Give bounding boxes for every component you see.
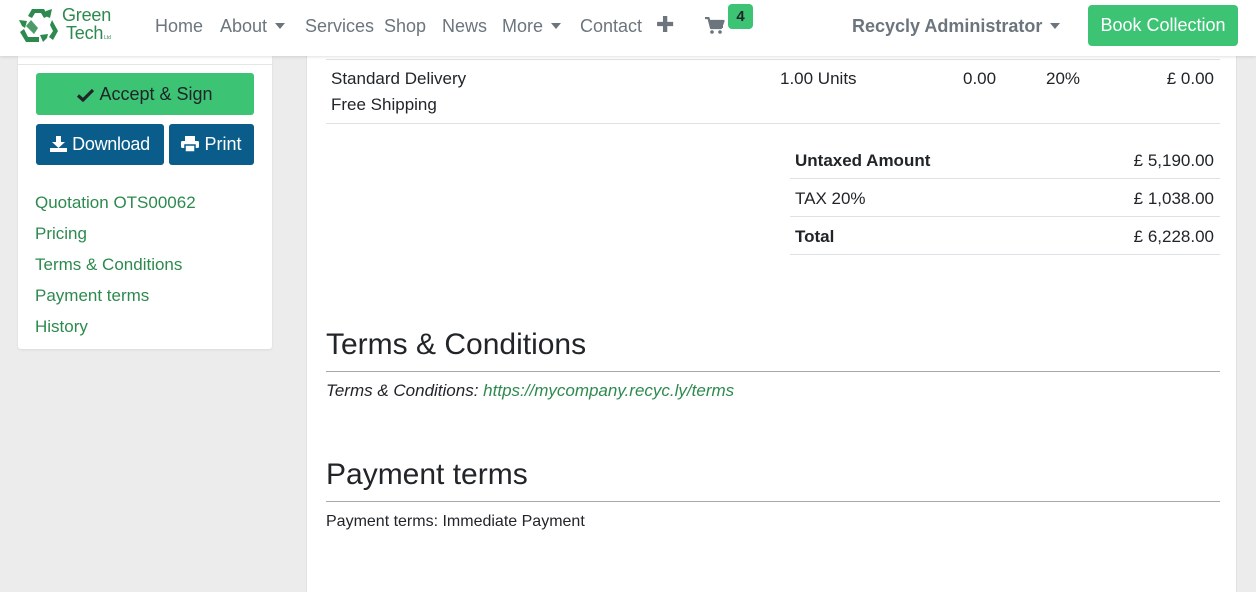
row-divider	[790, 178, 1220, 179]
plus-icon[interactable]: ✚	[656, 14, 674, 36]
sidebar-divider	[18, 64, 272, 65]
user-name: Recycly Administrator	[852, 16, 1043, 36]
quotation-document: Standard Delivery Free Shipping 1.00 Uni…	[306, 56, 1237, 592]
row-divider	[790, 216, 1220, 217]
check-icon	[77, 88, 95, 103]
printer-icon	[181, 136, 200, 153]
section-divider	[326, 371, 1220, 372]
user-menu[interactable]: Recycly Administrator	[852, 16, 1061, 36]
line-amount: £ 0.00	[1166, 69, 1214, 88]
nav-contact[interactable]: Contact	[580, 16, 642, 36]
accept-sign-label: Accept & Sign	[99, 84, 213, 104]
untaxed-amount-value: £ 5,190.00	[1133, 151, 1214, 170]
download-label: Download	[72, 134, 150, 154]
cart-icon[interactable]	[705, 17, 725, 35]
nav-more-label: More	[502, 16, 544, 36]
recycle-icon	[19, 9, 58, 42]
brand-suffix: Ltd	[104, 35, 111, 41]
brand-line1: Green	[62, 5, 112, 25]
nav-news[interactable]: News	[442, 16, 487, 36]
payment-terms-text: Payment terms: Immediate Payment	[326, 513, 585, 530]
row-divider	[326, 123, 1220, 124]
sidebar-link-payment-terms[interactable]: Payment terms	[35, 286, 149, 306]
caret-down-icon	[551, 23, 562, 29]
nav-about-label: About	[220, 16, 268, 36]
nav-services[interactable]: Services	[305, 16, 374, 36]
brand-logo[interactable]: Green Tech Ltd	[18, 5, 128, 47]
line-description-2: Free Shipping	[331, 95, 437, 114]
quotation-sidebar: Accept & Sign Download Print Quotation O…	[18, 56, 272, 349]
line-discount: 0.00	[963, 69, 997, 88]
nav-home[interactable]: Home	[155, 16, 203, 36]
terms-text: Terms & Conditions: https://mycompany.re…	[326, 381, 734, 401]
section-divider	[326, 501, 1220, 502]
caret-down-icon	[1050, 23, 1061, 29]
nav-more[interactable]: More	[502, 16, 562, 36]
nav-about[interactable]: About	[220, 16, 286, 36]
sidebar-link-terms[interactable]: Terms & Conditions	[35, 255, 182, 275]
top-navbar: Green Tech Ltd Home About Services Shop …	[0, 0, 1256, 56]
terms-link[interactable]: https://mycompany.recyc.ly/terms	[483, 381, 734, 400]
brand-line2: Tech	[66, 23, 104, 43]
line-tax: 20%	[1046, 69, 1081, 88]
tax-label: TAX 20%	[795, 189, 866, 208]
sidebar-link-pricing[interactable]: Pricing	[35, 224, 87, 244]
book-collection-button[interactable]: Book Collection	[1088, 5, 1238, 46]
table-top-border	[326, 59, 1220, 60]
line-quantity: 1.00 Units	[780, 69, 857, 88]
print-button[interactable]: Print	[169, 124, 254, 165]
tax-value: £ 1,038.00	[1133, 189, 1214, 208]
accept-sign-button[interactable]: Accept & Sign	[36, 73, 254, 115]
nav-shop[interactable]: Shop	[384, 16, 426, 36]
row-divider	[790, 254, 1220, 255]
total-value: £ 6,228.00	[1133, 227, 1214, 246]
cart-count-badge: 4	[728, 4, 753, 29]
total-label: Total	[795, 227, 835, 246]
print-label: Print	[204, 134, 242, 154]
download-button[interactable]: Download	[36, 124, 164, 165]
sidebar-link-history[interactable]: History	[35, 317, 88, 337]
terms-prefix: Terms & Conditions:	[326, 381, 484, 400]
payment-terms-heading: Payment terms	[326, 458, 528, 491]
line-description-1: Standard Delivery	[331, 69, 467, 88]
download-icon	[50, 136, 68, 152]
caret-down-icon	[275, 23, 286, 29]
sidebar-link-quotation[interactable]: Quotation OTS00062	[35, 193, 196, 213]
untaxed-amount-label: Untaxed Amount	[795, 151, 931, 170]
terms-heading: Terms & Conditions	[326, 328, 587, 361]
